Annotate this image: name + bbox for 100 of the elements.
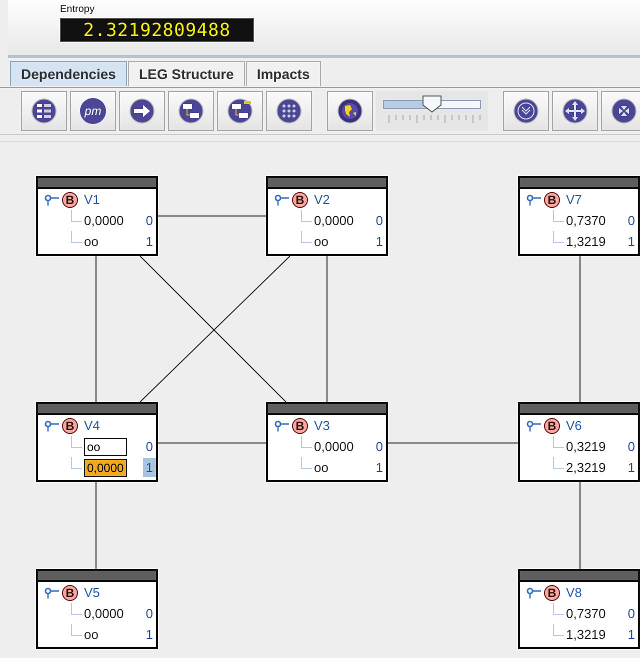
slider-thumb[interactable] [422, 94, 442, 112]
globe-button[interactable] [327, 91, 373, 131]
tree-line [71, 436, 82, 448]
tree-line [301, 456, 312, 468]
node-name: V2 [314, 192, 330, 207]
state-label: 1 [142, 458, 156, 477]
grid-button[interactable] [266, 91, 312, 131]
diagram-icon [178, 98, 204, 124]
value-text: oo [314, 234, 330, 249]
tree-line [301, 230, 312, 242]
value-text: 0,7370 [566, 606, 607, 621]
tab[interactable]: Dependencies [10, 61, 127, 86]
node-card[interactable]: B V8 0,7370 0 1,3219 1 [518, 569, 640, 649]
node-header-bar[interactable] [38, 178, 156, 189]
globe-icon [337, 98, 363, 124]
tree-line [71, 624, 82, 636]
value-text: 2,3219 [566, 460, 607, 475]
state-label: 0 [144, 605, 154, 623]
node-card[interactable]: B V1 0,0000 0 oo 1 [36, 176, 158, 256]
value-text: oo [84, 627, 100, 642]
tab[interactable]: LEG Structure [128, 61, 245, 86]
state-label: 0 [144, 438, 154, 456]
node-name: V4 [84, 418, 100, 433]
node-card[interactable]: B V4 oo 0 0,0000 1 [36, 402, 158, 482]
type-badge: B [62, 192, 78, 208]
node-header-bar[interactable] [520, 404, 638, 415]
tree-line [71, 456, 82, 468]
node-name: V7 [566, 192, 582, 207]
zoom-slider[interactable] [376, 91, 488, 131]
node-name: V5 [84, 585, 100, 600]
node-header-bar[interactable] [268, 404, 386, 415]
download-button[interactable] [503, 91, 549, 131]
node-card[interactable]: B V7 0,7370 0 1,3219 1 [518, 176, 640, 256]
pin-icon [274, 192, 290, 206]
node-name: V3 [314, 418, 330, 433]
state-label: 1 [144, 233, 154, 251]
value-text: oo [314, 460, 330, 475]
node-header-bar[interactable] [520, 178, 638, 189]
tree-line [71, 210, 82, 222]
state-label: 0 [374, 212, 384, 230]
pin-icon [526, 192, 542, 206]
tree-line [301, 436, 312, 448]
state-label: 0 [626, 438, 636, 456]
list-icon [31, 98, 57, 124]
collapse-icon [611, 98, 637, 124]
arrow-button[interactable] [119, 91, 165, 131]
node-card[interactable]: B V2 0,0000 0 oo 1 [266, 176, 388, 256]
value-text: 0,0000 [314, 439, 355, 454]
value-field[interactable]: 0,0000 [84, 458, 127, 476]
diagram-icon [227, 98, 253, 124]
value-text: 0,7370 [566, 213, 607, 228]
tree-line [301, 210, 312, 222]
tree-line [71, 230, 82, 242]
pin-icon [526, 586, 542, 600]
node-name: V6 [566, 418, 582, 433]
diagram-plus-button[interactable] [217, 91, 263, 131]
pin-icon [44, 192, 60, 206]
state-label: 1 [374, 459, 384, 477]
node-header-bar[interactable] [38, 571, 156, 582]
state-label: 1 [144, 626, 154, 644]
pm-button[interactable]: pm [70, 91, 116, 131]
pin-icon [274, 418, 290, 432]
type-badge: B [544, 192, 560, 208]
tab[interactable]: Impacts [246, 61, 321, 86]
diagram-button[interactable] [168, 91, 214, 131]
value-field[interactable]: oo [84, 438, 127, 456]
pin-icon [44, 418, 60, 432]
type-badge: B [544, 584, 560, 600]
state-label: 1 [626, 233, 636, 251]
node-name: V8 [566, 585, 582, 600]
value-text: 0,0000 [84, 213, 125, 228]
entropy-label: Entropy [60, 4, 94, 15]
node-card[interactable]: B V5 0,0000 0 oo 1 [36, 569, 158, 649]
tree-line [553, 624, 564, 636]
collapse-button[interactable] [601, 91, 640, 131]
node-header-bar[interactable] [268, 178, 386, 189]
state-label: 0 [626, 212, 636, 230]
value-text: 0,3219 [566, 439, 607, 454]
value-text: 0,0000 [84, 606, 125, 621]
tree-line [553, 602, 564, 614]
state-label: 1 [626, 459, 636, 477]
move-icon [562, 98, 588, 124]
state-label: 1 [626, 626, 636, 644]
pin-icon [44, 586, 60, 600]
value-text: 1,3219 [566, 234, 607, 249]
state-label: 0 [374, 438, 384, 456]
state-label: 1 [374, 233, 384, 251]
list-button[interactable] [21, 91, 67, 131]
node-header-bar[interactable] [520, 571, 638, 582]
move-button[interactable] [552, 91, 598, 131]
type-badge: B [292, 192, 308, 208]
tree-line [71, 602, 82, 614]
dots-icon [276, 98, 302, 124]
node-card[interactable]: B V3 0,0000 0 oo 1 [266, 402, 388, 482]
node-header-bar[interactable] [38, 404, 156, 415]
type-badge: B [292, 418, 308, 434]
type-badge: B [62, 584, 78, 600]
tree-line [553, 230, 564, 242]
node-card[interactable]: B V6 0,3219 0 2,3219 1 [518, 402, 640, 482]
tree-line [553, 456, 564, 468]
